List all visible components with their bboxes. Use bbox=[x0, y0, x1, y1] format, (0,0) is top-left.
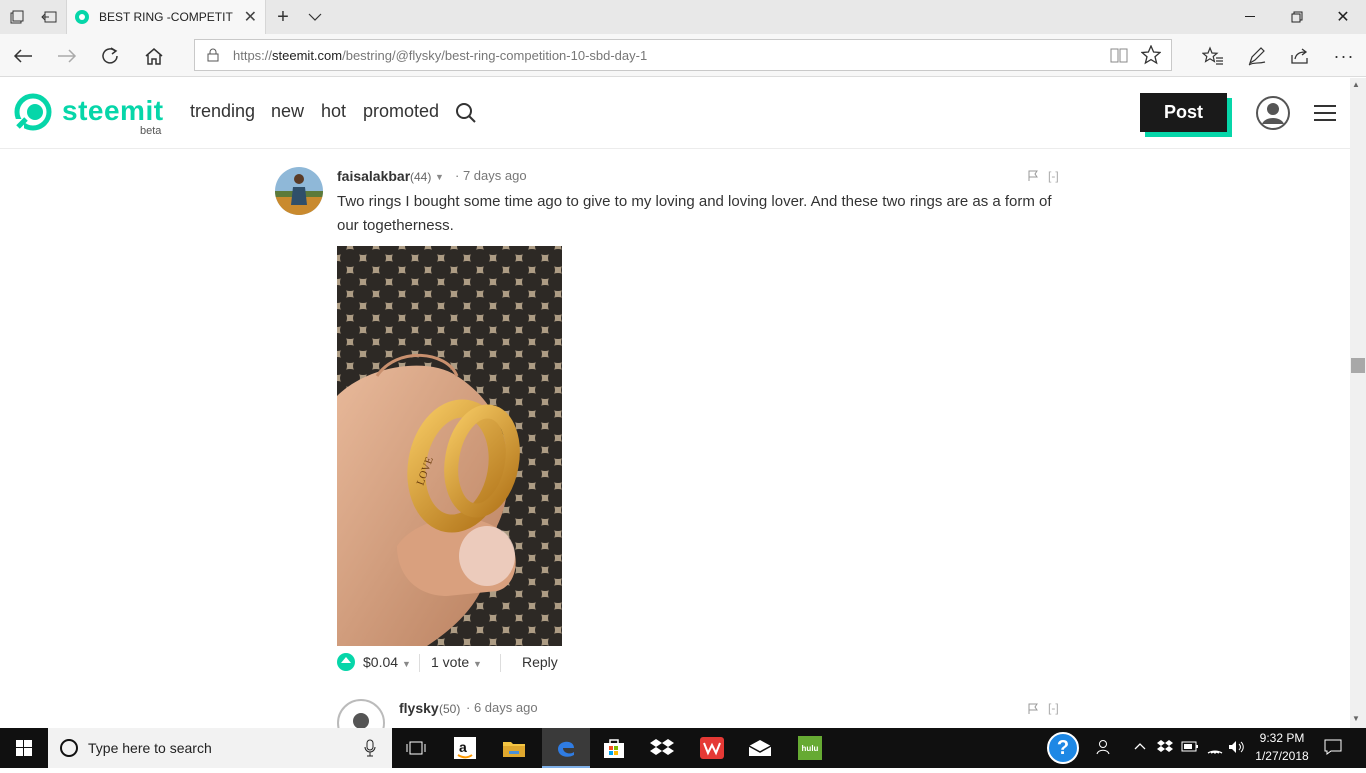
steemit-logo-icon[interactable] bbox=[14, 93, 52, 131]
tab-title: BEST RING -COMPETITIO bbox=[99, 10, 233, 24]
dropbox-tray-icon[interactable] bbox=[1157, 739, 1173, 756]
mail-icon[interactable] bbox=[736, 728, 784, 768]
svg-text:a: a bbox=[459, 739, 467, 755]
hulu-label: hulu bbox=[798, 736, 822, 760]
scroll-down-arrow-icon[interactable]: ▼ bbox=[1352, 714, 1360, 723]
payout-caret-icon: ▼ bbox=[401, 659, 411, 669]
nav-new[interactable]: new bbox=[271, 101, 304, 122]
user-avatar-icon[interactable] bbox=[1255, 95, 1291, 131]
clock-date[interactable]: 1/27/2018 bbox=[1252, 749, 1312, 763]
site-header: steemit beta trending new hot promoted P… bbox=[0, 78, 1350, 149]
wifi-icon[interactable] bbox=[1206, 739, 1224, 758]
comment-author-reputation: (50) bbox=[439, 702, 461, 716]
wps-office-icon[interactable] bbox=[688, 728, 736, 768]
windows-start-icon[interactable] bbox=[0, 728, 48, 768]
collapse-toggle[interactable]: [-] bbox=[1048, 701, 1059, 715]
comment-body: Two rings I bought some time ago to give… bbox=[337, 193, 1052, 234]
restore-icon[interactable] bbox=[1274, 0, 1320, 34]
comment-author-reputation: (44) bbox=[410, 170, 432, 184]
microsoft-store-icon[interactable] bbox=[590, 728, 638, 768]
tab-list-icon[interactable] bbox=[0, 0, 34, 34]
scroll-thumb[interactable] bbox=[1351, 358, 1365, 373]
file-explorer-icon[interactable] bbox=[490, 728, 538, 768]
author-dropdown-caret-icon[interactable]: ▼ bbox=[435, 172, 444, 182]
commenter-avatar[interactable] bbox=[275, 167, 323, 215]
nav-promoted[interactable]: promoted bbox=[363, 101, 439, 122]
browser-nav-bar: https://steemit.com/bestring/@flysky/bes… bbox=[0, 34, 1366, 77]
refresh-icon[interactable] bbox=[93, 39, 127, 73]
post-button[interactable]: Post bbox=[1140, 93, 1232, 137]
reading-view-icon[interactable] bbox=[1109, 46, 1129, 69]
vote-count[interactable]: 1 vote ▼ bbox=[431, 654, 482, 670]
more-options-icon[interactable]: ··· bbox=[1327, 39, 1361, 73]
dropbox-icon[interactable] bbox=[638, 728, 686, 768]
home-icon[interactable] bbox=[137, 39, 171, 73]
amazon-icon[interactable]: a bbox=[441, 728, 489, 768]
hamburger-menu-icon[interactable] bbox=[1314, 105, 1336, 123]
flag-icon[interactable] bbox=[1027, 170, 1039, 182]
tab-preview-chevron-icon[interactable] bbox=[298, 0, 332, 34]
minimize-icon[interactable] bbox=[1228, 0, 1274, 34]
windows-taskbar: Type here to search a hulu ? 9:32 PM 1/2… bbox=[0, 728, 1366, 768]
divider bbox=[419, 654, 420, 672]
comment-timestamp[interactable]: · 6 days ago bbox=[466, 700, 538, 715]
taskbar-search-box[interactable]: Type here to search bbox=[48, 728, 392, 768]
edge-browser-icon[interactable] bbox=[542, 728, 590, 768]
nav-trending[interactable]: trending bbox=[190, 101, 255, 122]
share-icon[interactable] bbox=[1283, 39, 1317, 73]
browser-tab-bar: BEST RING -COMPETITIO ✕ + ✕ bbox=[0, 0, 1366, 34]
new-tab-icon[interactable]: + bbox=[266, 0, 300, 34]
comment-author[interactable]: faisalakbar bbox=[337, 168, 410, 184]
address-bar[interactable]: https://steemit.com/bestring/@flysky/bes… bbox=[194, 39, 1172, 71]
set-aside-tabs-icon[interactable] bbox=[32, 0, 66, 34]
post-button-label: Post bbox=[1140, 93, 1227, 132]
comment-author[interactable]: flysky bbox=[399, 700, 439, 716]
divider bbox=[500, 654, 501, 672]
battery-icon[interactable] bbox=[1181, 739, 1199, 756]
clock-time[interactable]: 9:32 PM bbox=[1258, 731, 1306, 745]
show-hidden-icons-chevron[interactable] bbox=[1134, 739, 1146, 756]
task-view-icon[interactable] bbox=[392, 728, 440, 768]
beta-label: beta bbox=[140, 125, 162, 137]
search-icon[interactable] bbox=[455, 102, 477, 124]
votes-caret-icon: ▼ bbox=[473, 659, 482, 669]
tab-best-ring[interactable]: BEST RING -COMPETITIO ✕ bbox=[66, 0, 266, 34]
payout-amount[interactable]: $0.04 ▼ bbox=[363, 654, 411, 670]
cortana-icon bbox=[60, 739, 78, 757]
web-note-pen-icon[interactable] bbox=[1240, 39, 1274, 73]
close-tab-icon[interactable]: ✕ bbox=[244, 7, 257, 27]
lock-icon bbox=[207, 48, 219, 62]
scroll-up-arrow-icon[interactable]: ▲ bbox=[1352, 80, 1360, 89]
ring-photo[interactable]: LOVE bbox=[337, 246, 562, 646]
reply-link[interactable]: Reply bbox=[522, 654, 558, 670]
forward-icon[interactable] bbox=[50, 39, 84, 73]
microphone-icon[interactable] bbox=[364, 739, 376, 757]
page-scrollbar[interactable] bbox=[1350, 78, 1366, 728]
flag-icon[interactable] bbox=[1027, 703, 1039, 715]
comment-timestamp[interactable]: · 7 days ago bbox=[455, 168, 527, 183]
favorites-hub-icon[interactable] bbox=[1196, 39, 1230, 73]
volume-icon[interactable] bbox=[1228, 739, 1246, 758]
nav-hot[interactable]: hot bbox=[321, 101, 346, 122]
steemit-logo-text[interactable]: steemit bbox=[62, 95, 164, 127]
back-icon[interactable] bbox=[6, 39, 40, 73]
steemit-favicon-icon bbox=[75, 10, 89, 24]
hulu-icon[interactable]: hulu bbox=[786, 728, 834, 768]
favorite-star-icon[interactable] bbox=[1140, 44, 1162, 70]
help-icon[interactable]: ? bbox=[1047, 732, 1079, 764]
collapse-toggle[interactable]: [-] bbox=[1048, 169, 1059, 183]
close-window-icon[interactable]: ✕ bbox=[1320, 0, 1366, 34]
people-icon[interactable] bbox=[1096, 739, 1112, 758]
search-placeholder: Type here to search bbox=[88, 740, 212, 756]
url-text: https://steemit.com/bestring/@flysky/bes… bbox=[233, 48, 648, 63]
action-center-icon[interactable] bbox=[1324, 739, 1342, 758]
upvote-button[interactable] bbox=[337, 653, 355, 671]
